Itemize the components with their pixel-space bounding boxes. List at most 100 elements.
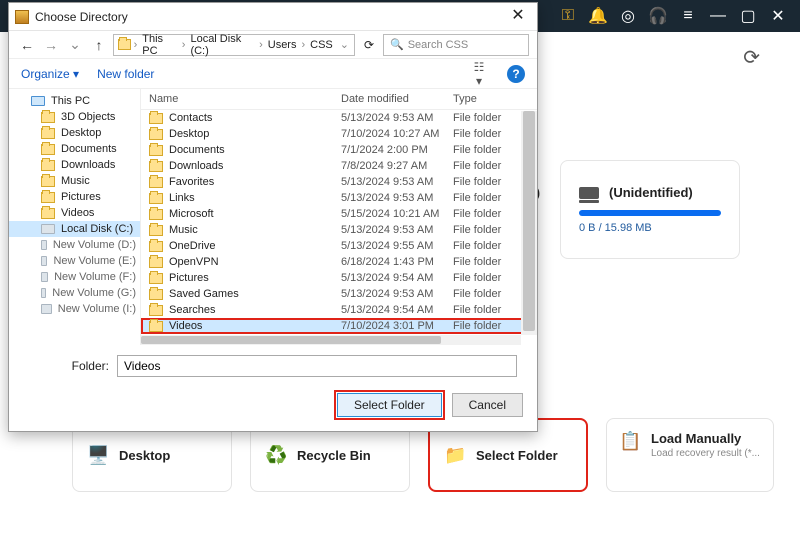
tree-node[interactable]: New Volume (D:) bbox=[9, 237, 140, 253]
file-date: 5/13/2024 9:53 AM bbox=[341, 112, 453, 124]
list-item[interactable]: Pictures5/13/2024 9:54 AMFile folder bbox=[141, 270, 537, 286]
menu-icon[interactable]: ≡ bbox=[674, 2, 702, 30]
disc-icon[interactable]: ◎ bbox=[614, 2, 642, 30]
col-date[interactable]: Date modified bbox=[341, 93, 453, 105]
col-type[interactable]: Type bbox=[453, 93, 529, 105]
tree-node[interactable]: This PC bbox=[9, 93, 140, 109]
crumb[interactable]: Local Disk (C:) bbox=[188, 33, 256, 57]
tree-node[interactable]: New Volume (E:) bbox=[9, 253, 140, 269]
file-type: File folder bbox=[453, 128, 529, 140]
crumb[interactable]: CSS bbox=[308, 39, 335, 51]
file-name: Contacts bbox=[169, 112, 212, 124]
back-icon[interactable]: ← bbox=[17, 37, 37, 53]
hscroll[interactable] bbox=[141, 335, 521, 345]
fld-icon bbox=[41, 112, 55, 123]
recent-icon[interactable]: ⌄ bbox=[65, 36, 85, 53]
file-date: 7/10/2024 10:27 AM bbox=[341, 128, 453, 140]
list-item[interactable]: Microsoft5/15/2024 10:21 AMFile folder bbox=[141, 206, 537, 222]
dialog-close-button[interactable]: ✕ bbox=[505, 7, 531, 27]
folder-icon bbox=[149, 209, 163, 220]
list-item[interactable]: Favorites5/13/2024 9:53 AMFile folder bbox=[141, 174, 537, 190]
file-name: Music bbox=[169, 224, 198, 236]
list-item[interactable]: Downloads7/8/2024 9:27 AMFile folder bbox=[141, 158, 537, 174]
pc-icon bbox=[31, 96, 45, 106]
crumb[interactable]: This PC bbox=[140, 33, 179, 57]
file-date: 5/13/2024 9:53 AM bbox=[341, 192, 453, 204]
select-folder-button[interactable]: Select Folder bbox=[337, 393, 442, 417]
tree-node[interactable]: 3D Objects bbox=[9, 109, 140, 125]
file-date: 5/15/2024 10:21 AM bbox=[341, 208, 453, 220]
file-date: 5/13/2024 9:53 AM bbox=[341, 176, 453, 188]
forward-icon[interactable]: → bbox=[41, 37, 61, 53]
folder-tree[interactable]: This PC 3D Objects DesktopDocumentsDownloa… bbox=[9, 89, 141, 345]
drive-progress bbox=[579, 210, 721, 216]
loc-label: Load Manually bbox=[651, 431, 760, 446]
fld-icon bbox=[41, 192, 55, 203]
tree-node[interactable]: New Volume (F:) bbox=[9, 269, 140, 285]
headphones-icon[interactable]: 🎧 bbox=[644, 2, 672, 30]
tree-node[interactable]: Videos bbox=[9, 205, 140, 221]
maximize-icon[interactable]: ▢ bbox=[734, 2, 762, 30]
crumb[interactable]: Users bbox=[266, 39, 299, 51]
up-icon[interactable]: ↑ bbox=[89, 37, 109, 53]
tree-label: New Volume (F:) bbox=[54, 271, 136, 283]
file-name: Desktop bbox=[169, 128, 209, 140]
view-icon[interactable]: ☷ ▾ bbox=[469, 60, 489, 88]
tree-node[interactable]: Local Disk (C:) bbox=[9, 221, 140, 237]
file-type: File folder bbox=[453, 224, 529, 236]
close-icon[interactable]: ✕ bbox=[764, 2, 792, 30]
folder-icon bbox=[149, 193, 163, 204]
minimize-icon[interactable]: — bbox=[704, 2, 732, 30]
file-type: File folder bbox=[453, 256, 529, 268]
organize-button[interactable]: Organize ▾ bbox=[21, 67, 79, 81]
folder-label: Folder: bbox=[29, 359, 109, 373]
dr-icon bbox=[41, 288, 46, 298]
tree-label: This PC bbox=[51, 95, 90, 107]
tree-node[interactable]: Music bbox=[9, 173, 140, 189]
folder-input[interactable] bbox=[117, 355, 517, 377]
tree-label: 3D Objects bbox=[61, 111, 115, 123]
list-item[interactable]: Music5/13/2024 9:53 AMFile folder bbox=[141, 222, 537, 238]
bell-icon[interactable]: 🔔 bbox=[584, 2, 612, 30]
list-item[interactable]: Saved Games5/13/2024 9:53 AMFile folder bbox=[141, 286, 537, 302]
file-type: File folder bbox=[453, 304, 529, 316]
tree-label: Videos bbox=[61, 207, 94, 219]
list-item[interactable]: Contacts5/13/2024 9:53 AMFile folder bbox=[141, 110, 537, 126]
file-date: 6/18/2024 1:43 PM bbox=[341, 256, 453, 268]
list-item[interactable]: Videos7/10/2024 3:01 PMFile folder bbox=[141, 318, 537, 334]
file-name: Videos bbox=[169, 320, 202, 332]
list-item[interactable]: OneDrive5/13/2024 9:55 AMFile folder bbox=[141, 238, 537, 254]
help-icon[interactable]: ? bbox=[507, 65, 525, 83]
tree-node[interactable]: New Volume (G:) bbox=[9, 285, 140, 301]
list-head[interactable]: Name Date modified Type bbox=[141, 89, 537, 110]
loc-label: Select Folder bbox=[476, 448, 558, 463]
drive-card[interactable]: (Unidentified) 0 B / 15.98 MB bbox=[560, 160, 740, 259]
tree-node[interactable]: New Volume (I:) bbox=[9, 301, 140, 317]
file-name: Microsoft bbox=[169, 208, 214, 220]
list-item[interactable]: Documents7/1/2024 2:00 PMFile folder bbox=[141, 142, 537, 158]
cancel-button[interactable]: Cancel bbox=[452, 393, 523, 417]
tree-label: New Volume (E:) bbox=[53, 255, 136, 267]
dr-icon bbox=[41, 256, 47, 266]
vscroll[interactable] bbox=[521, 111, 537, 335]
refresh-icon[interactable]: ⟳ bbox=[743, 45, 760, 70]
loc-load-manually[interactable]: 📋Load ManuallyLoad recovery result (*... bbox=[606, 418, 774, 492]
list-item[interactable]: Links5/13/2024 9:53 AMFile folder bbox=[141, 190, 537, 206]
col-name[interactable]: Name bbox=[149, 93, 341, 105]
tree-node[interactable]: Downloads bbox=[9, 157, 140, 173]
list-item[interactable]: Searches5/13/2024 9:54 AMFile folder bbox=[141, 302, 537, 318]
file-date: 5/13/2024 9:54 AM bbox=[341, 304, 453, 316]
loc-sub: Load recovery result (*... bbox=[651, 448, 760, 459]
breadcrumb[interactable]: › This PC› Local Disk (C:)› Users› CSS ⌄ bbox=[113, 34, 355, 56]
file-name: OpenVPN bbox=[169, 256, 219, 268]
search-input[interactable]: 🔍 Search CSS bbox=[383, 34, 529, 56]
tree-node[interactable]: Pictures bbox=[9, 189, 140, 205]
tree-node[interactable]: Desktop bbox=[9, 125, 140, 141]
refresh-small-icon[interactable]: ⟳ bbox=[359, 38, 379, 52]
dialog-title: Choose Directory bbox=[35, 10, 128, 24]
new-folder-button[interactable]: New folder bbox=[97, 67, 154, 81]
key-icon[interactable]: ⚿ bbox=[554, 2, 582, 30]
tree-node[interactable]: Documents bbox=[9, 141, 140, 157]
list-item[interactable]: OpenVPN 6/18/2024 1:43 PMFile folder bbox=[141, 254, 537, 270]
list-item[interactable]: Desktop 7/10/2024 10:27 AMFile folder bbox=[141, 126, 537, 142]
